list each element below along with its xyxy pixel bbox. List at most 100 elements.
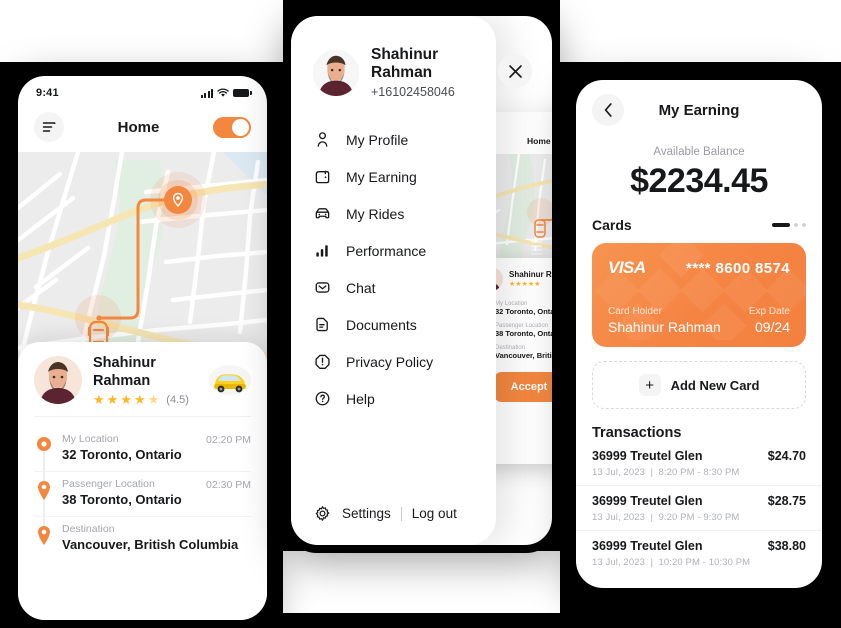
trip-label: Destination <box>62 523 115 536</box>
star-icon: ★ <box>120 392 132 408</box>
pager-dot[interactable] <box>794 223 798 227</box>
availability-toggle[interactable] <box>213 116 251 138</box>
sidebar-item-my-profile[interactable]: My Profile <box>313 121 474 158</box>
pager-dot[interactable] <box>802 223 806 227</box>
hamburger-menu-icon[interactable] <box>34 112 64 142</box>
status-time: 9:41 <box>36 87 59 99</box>
driver-info: Shahinur Rahman ★ ★ ★ ★ ★ (4.5) <box>93 354 198 406</box>
star-icon: ★ <box>106 392 119 408</box>
transaction-name: 36999 Treutel Glen <box>592 449 703 463</box>
sidebar-item-label: Help <box>346 390 375 407</box>
wifi-icon <box>217 88 229 97</box>
credit-card[interactable]: VISA **** 8600 8574 Card Holder Shahinur… <box>592 243 806 347</box>
logout-link[interactable]: Log out <box>412 506 457 521</box>
help-circle-icon <box>313 389 332 408</box>
transaction-amount: $28.75 <box>767 494 806 508</box>
accept-button[interactable]: Accept <box>493 372 552 402</box>
close-icon[interactable] <box>498 54 532 88</box>
back-chevron-icon[interactable] <box>592 94 624 126</box>
table-row[interactable]: 36999 Treutel Glen $24.70 13 Jul, 2023 |… <box>576 441 822 486</box>
pager-active-indicator[interactable] <box>772 223 790 227</box>
earning-header: My Earning <box>576 80 822 128</box>
phone-drawer-screen: Cards VISA Card Holder Shahinur Rahman T… <box>291 16 552 545</box>
trip-value: 32 Toronto, Ontario <box>62 447 182 463</box>
balance-amount: $2234.45 <box>630 162 768 200</box>
sidebar-item-documents[interactable]: Documents <box>313 306 474 343</box>
sidebar-item-label: My Rides <box>346 205 405 222</box>
trip-row-destination: Destination Vancouver, British Columbia <box>34 517 251 561</box>
card-exp-value: 09/24 <box>754 319 790 335</box>
driver-name: Shahinur Rahman <box>93 355 156 390</box>
sidebar-item-label: Documents <box>346 316 417 333</box>
user-avatar[interactable] <box>313 49 359 96</box>
sidebar-item-my-rides[interactable]: My Rides <box>313 195 474 232</box>
star-icon: ★ <box>93 392 105 408</box>
transaction-time-range: 8:20 PM - 8:30 PM <box>658 467 740 478</box>
drawer-footer: Settings Log out <box>313 504 457 523</box>
trip-row-passenger-location: Passenger Location 38 Toronto, Ontario 0… <box>34 472 251 518</box>
transaction-amount: $38.80 <box>767 539 806 553</box>
person-icon <box>313 130 332 149</box>
battery-icon <box>233 89 252 97</box>
card-pager[interactable] <box>772 223 806 227</box>
trip-value: 38 Toronto, Ontario <box>62 492 182 508</box>
backdrop-bottom-middle <box>283 551 560 613</box>
chat-icon <box>313 278 332 297</box>
drawer-user-phone: +16102458046 <box>371 85 455 99</box>
sidebar-item-label: Chat <box>346 279 376 296</box>
gear-icon[interactable] <box>313 504 332 523</box>
status-icons <box>201 88 252 98</box>
drawer-profile-header: Shahinur Rahman +16102458046 <box>291 16 496 99</box>
trip-time: 02:20 PM <box>206 434 251 447</box>
status-bar: 9:41 <box>18 76 267 106</box>
drawer-user-name: Shahinur Rahman <box>371 46 439 81</box>
transaction-date: 13 Jul, 2023 <box>592 467 645 478</box>
sidebar-item-chat[interactable]: Chat <box>313 269 474 306</box>
preview-page-title: Home <box>527 136 551 146</box>
sidebar-item-privacy-policy[interactable]: Privacy Policy <box>313 343 474 380</box>
balance-label: Available Balance <box>653 146 745 158</box>
card-holder-name: Shahinur Rahman <box>608 319 721 335</box>
sidebar-item-label: Performance <box>346 242 427 259</box>
bar-chart-icon <box>313 241 332 260</box>
cards-label: Cards <box>592 217 632 233</box>
trip-label: My Location <box>62 433 119 446</box>
drawer-profile-text: Shahinur Rahman +16102458046 <box>371 46 474 99</box>
signal-bars-icon <box>201 88 213 98</box>
trip-time: 02:30 PM <box>206 479 251 492</box>
sidebar-item-my-earning[interactable]: My Earning <box>313 158 474 195</box>
card-exp-label: Exp Date <box>748 306 790 317</box>
transaction-name: 36999 Treutel Glen <box>592 539 703 553</box>
trip-label: Passenger Location <box>62 478 155 491</box>
wallet-icon <box>313 167 332 186</box>
plus-icon: + <box>638 374 661 396</box>
alert-octagon-icon <box>313 352 332 371</box>
transaction-main: 36999 Treutel Glen $24.70 <box>592 449 806 463</box>
transaction-meta: 13 Jul, 2023 | 10:20 PM - 10:30 PM <box>592 557 806 568</box>
card-holder-label: Card Holder <box>608 306 662 317</box>
trip-row-my-location: My Location 32 Toronto, Ontario 02:20 PM <box>34 427 251 473</box>
card-exp-block: Exp Date 09/24 <box>749 306 790 335</box>
driver-rating: ★ ★ ★ ★ ★ (4.5) <box>93 393 198 406</box>
add-new-card-button[interactable]: + Add New Card <box>592 361 806 409</box>
transaction-date: 13 Jul, 2023 <box>592 557 645 568</box>
trip-value: Vancouver, British Columbia <box>62 537 239 553</box>
star-half-icon: ★ <box>147 392 160 408</box>
preview-stars: ★★★★★ <box>509 281 541 288</box>
sidebar-item-performance[interactable]: Performance <box>313 232 474 269</box>
origin-dot-icon <box>36 436 52 454</box>
table-row[interactable]: 36999 Treutel Glen $28.75 13 Jul, 2023 |… <box>576 486 822 531</box>
car-icon <box>313 204 332 223</box>
phone-home-screen: 9:41 Home Shahinur Rahman ★ ★ ★ ★ ★ (4.5… <box>18 76 267 620</box>
transaction-meta: 13 Jul, 2023 | 8:20 PM - 8:30 PM <box>592 467 806 478</box>
settings-link[interactable]: Settings <box>342 506 391 521</box>
driver-row: Shahinur Rahman ★ ★ ★ ★ ★ (4.5) <box>34 354 251 418</box>
backdrop-top-left <box>0 0 283 62</box>
phone-drawer-frame: Cards VISA Card Holder Shahinur Rahman T… <box>283 8 560 553</box>
passenger-pin-icon <box>36 481 52 501</box>
sidebar-item-help[interactable]: Help <box>313 380 474 417</box>
table-row[interactable]: 36999 Treutel Glen $38.80 13 Jul, 2023 |… <box>576 531 822 575</box>
home-header: Home <box>18 106 267 152</box>
sidebar-item-label: Privacy Policy <box>346 353 434 370</box>
destination-pin-icon <box>36 526 52 546</box>
